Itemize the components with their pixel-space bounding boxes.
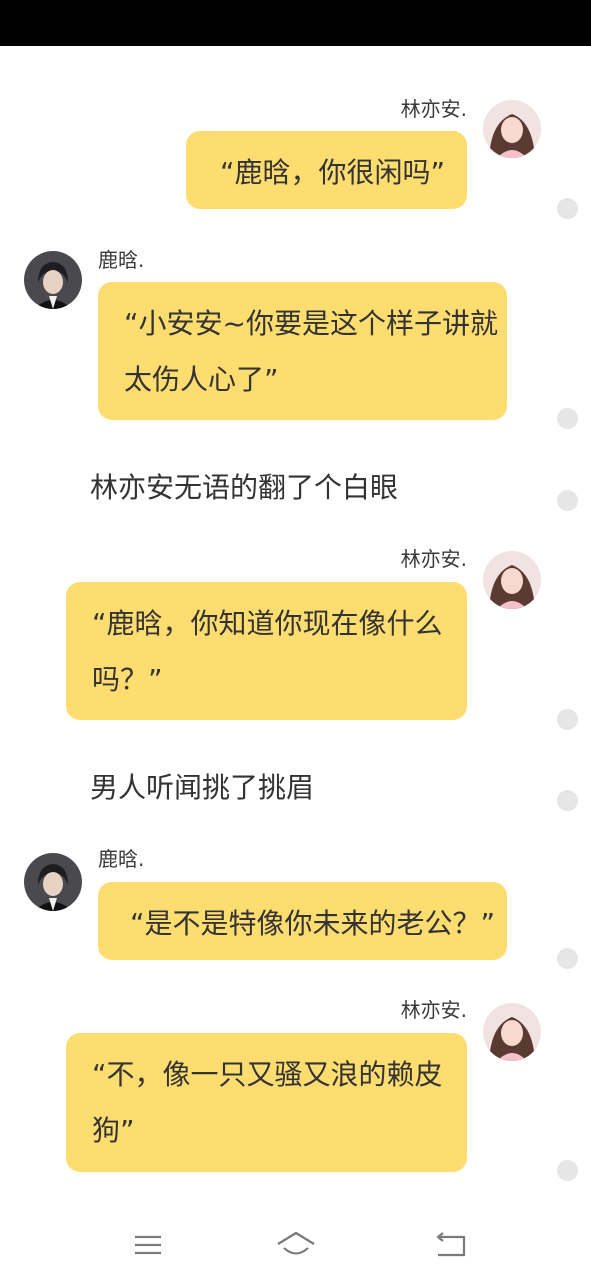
comment-dot-icon[interactable] xyxy=(557,790,578,811)
message-bubble: “是不是特像你未来的老公？” xyxy=(98,882,507,960)
comment-dot-icon[interactable] xyxy=(557,709,578,730)
comment-dot-icon[interactable] xyxy=(557,408,578,429)
avatar-lin[interactable] xyxy=(483,100,541,158)
message-bubble: “鹿晗，你知道你现在像什么 吗？” xyxy=(66,582,467,720)
speaker-name-lin: 林亦安. xyxy=(400,97,467,121)
message-text: 吗？” xyxy=(92,663,163,696)
status-bar xyxy=(0,0,591,46)
message-text: 狗” xyxy=(92,1114,135,1147)
speaker-name-lu: 鹿晗. xyxy=(98,847,145,871)
menu-icon[interactable] xyxy=(128,1228,168,1262)
speaker-name-lu: 鹿晗. xyxy=(98,248,145,272)
narration-text: 男人听闻挑了挑眉 xyxy=(90,771,315,804)
comment-dot-icon[interactable] xyxy=(557,198,578,219)
speaker-name-lin: 林亦安. xyxy=(400,998,467,1022)
message-text: “鹿晗，你知道你现在像什么 xyxy=(92,607,443,640)
comment-dot-icon[interactable] xyxy=(557,490,578,511)
avatar-lin[interactable] xyxy=(483,1003,541,1061)
back-icon[interactable] xyxy=(430,1228,470,1262)
narration-text: 林亦安无语的翻了个白眼 xyxy=(90,471,399,504)
message-text: “鹿晗，你很闲吗” xyxy=(220,156,446,189)
message-text: “不，像一只又骚又浪的赖皮 xyxy=(92,1058,443,1091)
message-text: 太伤人心了” xyxy=(124,363,279,396)
navigation-bar xyxy=(0,1210,591,1280)
avatar-lin[interactable] xyxy=(483,551,541,609)
speaker-name-lin: 林亦安. xyxy=(400,547,467,571)
avatar-lu[interactable] xyxy=(24,853,82,911)
message-bubble: “小安安~你要是这个样子讲就 太伤人心了” xyxy=(98,282,507,420)
comment-dot-icon[interactable] xyxy=(557,948,578,969)
message-text: “是不是特像你未来的老公？” xyxy=(130,907,496,940)
comment-dot-icon[interactable] xyxy=(557,1160,578,1181)
avatar-lu[interactable] xyxy=(24,251,82,309)
message-text: “小安安~你要是这个样子讲就 xyxy=(124,307,498,340)
message-bubble: “鹿晗，你很闲吗” xyxy=(186,131,467,209)
home-icon[interactable] xyxy=(274,1228,318,1262)
message-bubble: “不，像一只又骚又浪的赖皮 狗” xyxy=(66,1033,467,1172)
